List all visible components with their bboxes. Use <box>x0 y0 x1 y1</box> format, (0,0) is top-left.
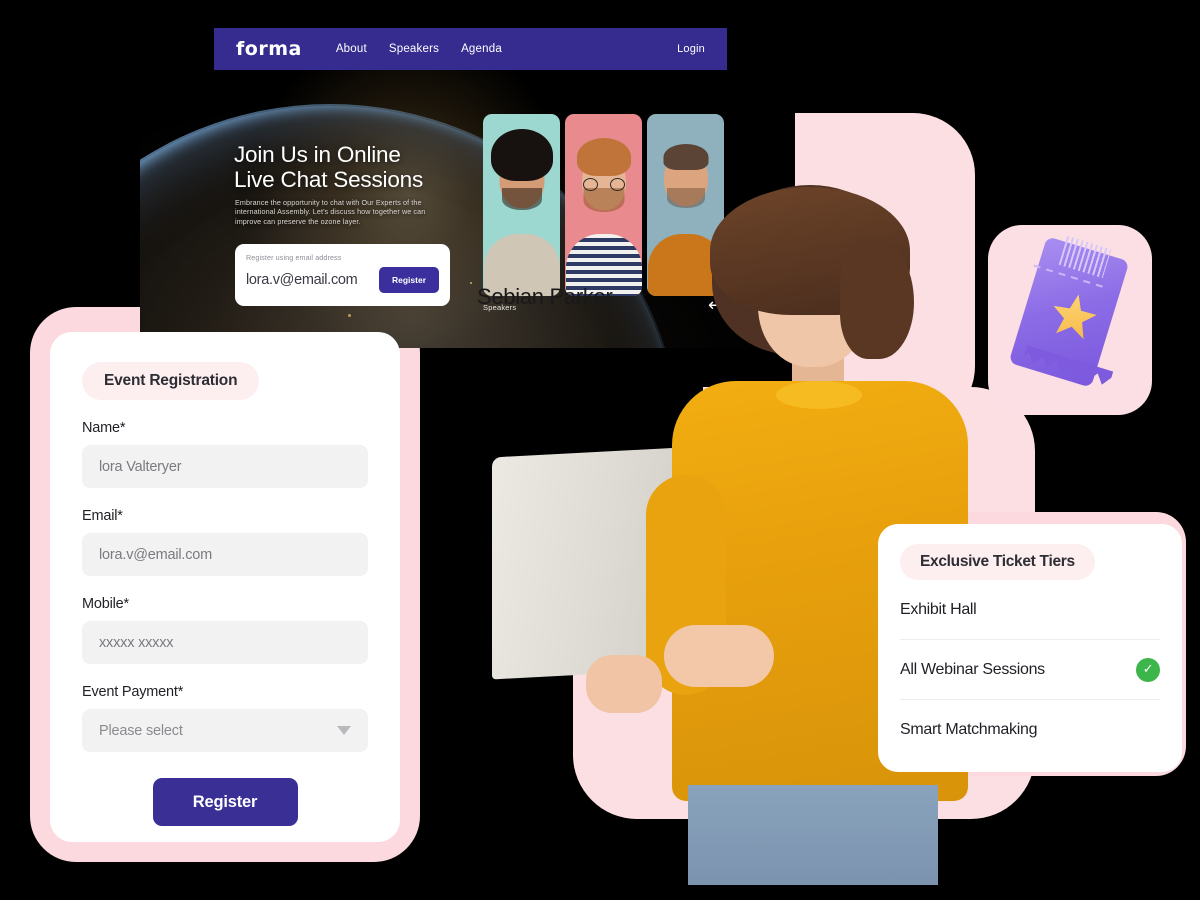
event-payment-select[interactable]: Please select <box>82 709 368 752</box>
hero-title-line1: Join Us in Online <box>234 142 401 167</box>
hero-email-input[interactable]: lora.v@email.com <box>246 272 358 288</box>
page-root: Join Us in Online Live Chat Sessions Emb… <box>0 0 1200 900</box>
tier-row[interactable]: Exhibit Hall <box>900 580 1160 640</box>
hero-subtitle: Embrance the opportunity to chat with Ou… <box>235 198 426 226</box>
nav-link-agenda[interactable]: Agenda <box>461 43 502 55</box>
form-title-badge: Event Registration <box>82 362 260 400</box>
email-input[interactable]: lora.v@email.com <box>82 533 368 576</box>
brand-logo[interactable]: forma <box>236 38 302 60</box>
check-circle-icon: ✓ <box>1136 657 1160 682</box>
name-input[interactable]: lora Valteryer <box>82 445 368 488</box>
tier-row[interactable]: Smart Matchmaking <box>900 700 1160 760</box>
ticket-icon <box>1008 232 1130 392</box>
register-button[interactable]: Register <box>152 778 298 826</box>
mobile-input[interactable]: xxxxx xxxxx <box>82 621 368 664</box>
label-mobile: Mobile* <box>82 596 129 612</box>
hero-register-button[interactable]: Register <box>378 267 439 293</box>
label-name: Name* <box>82 420 126 436</box>
tier-label: Exhibit Hall <box>900 600 977 618</box>
label-email: Email* <box>82 508 123 524</box>
event-registration-card: Event Registration Name* lora Valteryer … <box>50 332 400 842</box>
hero-title: Join Us in Online Live Chat Sessions <box>234 142 423 192</box>
navbar: forma About Speakers Agenda Login <box>214 28 727 70</box>
hero-email-signup: Register using email address lora.v@emai… <box>235 244 450 306</box>
speaker-card[interactable] <box>483 114 560 296</box>
speakers-section-label: Speakers <box>483 303 517 312</box>
login-link[interactable]: Login <box>677 43 705 55</box>
tier-row[interactable]: All Webinar Sessions ✓ <box>900 640 1160 700</box>
nav-link-speakers[interactable]: Speakers <box>389 43 439 55</box>
tiers-title-badge: Exclusive Ticket Tiers <box>900 544 1095 580</box>
hero-email-label: Register using email address <box>246 253 342 262</box>
tier-label: Smart Matchmaking <box>900 721 1038 738</box>
chevron-down-icon <box>337 726 351 735</box>
label-event-payment: Event Payment* <box>82 684 184 700</box>
event-payment-value: Please select <box>99 722 183 739</box>
ticket-tiers-card: Exclusive Ticket Tiers Exhibit Hall All … <box>878 524 1182 772</box>
nav-link-about[interactable]: About <box>336 43 367 55</box>
tier-label: All Webinar Sessions <box>900 660 1045 678</box>
hero-title-line2: Live Chat Sessions <box>234 167 424 192</box>
